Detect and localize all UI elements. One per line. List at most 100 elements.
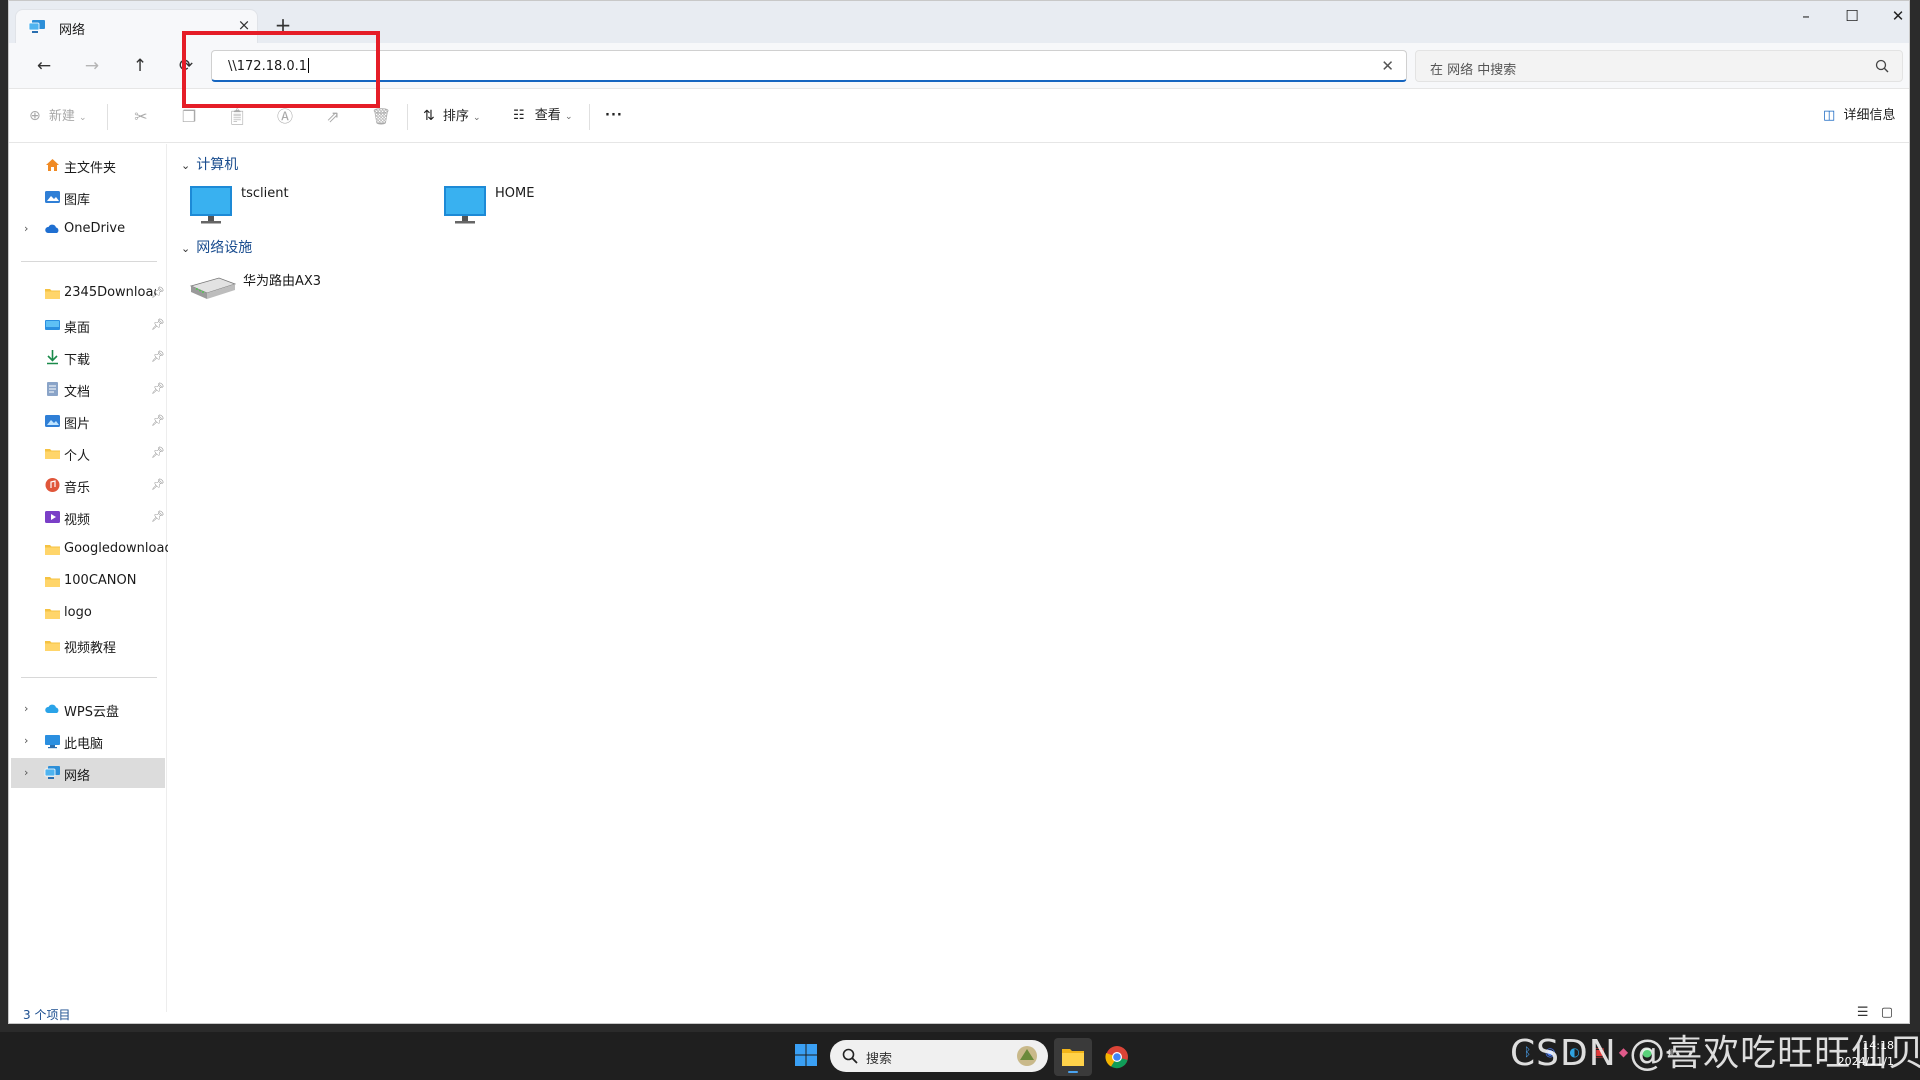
sort-button-label: 排序 bbox=[442, 109, 469, 124]
home-icon bbox=[46, 159, 59, 171]
sidebar-item-downloads[interactable]: 下载 📌︎ bbox=[11, 342, 165, 372]
sidebar-item-label: 图片 bbox=[64, 417, 91, 432]
sidebar-item-label: WPS云盘 bbox=[64, 705, 119, 720]
folder-icon bbox=[45, 641, 60, 651]
group-header-computers[interactable]: ⌄ 计算机 bbox=[181, 154, 238, 174]
watermark-text: CSDN @喜欢吃旺旺仙贝 bbox=[1510, 1033, 1920, 1074]
sidebar-item-music[interactable]: 音乐 📌︎ bbox=[11, 470, 165, 500]
share-icon[interactable]: ⇗ bbox=[323, 107, 343, 127]
status-bar: 3 个项目 ☰ ▢ bbox=[9, 1001, 1909, 1023]
monitor-icon bbox=[444, 186, 486, 224]
divider bbox=[589, 104, 590, 130]
sidebar-item-label: 桌面 bbox=[64, 321, 91, 336]
sidebar-item-label: 2345Downloads bbox=[64, 285, 156, 300]
sidebar-item-label: logo bbox=[64, 605, 92, 620]
view-toggle: ☰ ▢ bbox=[1857, 1005, 1893, 1020]
new-button[interactable]: ⊕ 新建 ⌄ bbox=[29, 104, 87, 128]
details-pane-icon: ◫ bbox=[1823, 108, 1836, 123]
copy-icon[interactable]: ❐ bbox=[179, 107, 199, 127]
group-header-network-devices[interactable]: ⌄ 网络设施 bbox=[181, 237, 252, 257]
sidebar-item-googledownload[interactable]: Googledownload bbox=[11, 534, 168, 564]
folder-icon bbox=[45, 289, 60, 299]
sidebar-item-desktop[interactable]: 桌面 📌︎ bbox=[11, 310, 165, 340]
computer-item-tsclient[interactable]: tsclient bbox=[189, 184, 429, 232]
sidebar-item-100canon[interactable]: 100CANON bbox=[11, 566, 165, 596]
pin-icon: 📌︎ bbox=[151, 478, 165, 491]
sidebar-item-gallery[interactable]: 图库 bbox=[11, 182, 165, 212]
pin-icon: 📌︎ bbox=[151, 446, 165, 459]
taskbar-chrome[interactable] bbox=[1098, 1038, 1136, 1076]
cloud-icon bbox=[45, 224, 59, 233]
windows-start-icon[interactable] bbox=[794, 1043, 818, 1067]
tab-title: 网络 bbox=[59, 23, 86, 38]
pin-icon: 📌︎ bbox=[151, 382, 165, 395]
sidebar-item-label: OneDrive bbox=[64, 221, 126, 236]
more-options-button[interactable]: ··· bbox=[605, 104, 623, 128]
chevron-right-icon[interactable]: › bbox=[24, 702, 28, 715]
divider bbox=[407, 104, 408, 130]
sidebar-item-documents[interactable]: 文档 📌︎ bbox=[11, 374, 165, 404]
details-button[interactable]: ◫ 详细信息 bbox=[1823, 104, 1895, 128]
sidebar-item-videos[interactable]: 视频 📌︎ bbox=[11, 502, 165, 532]
network-icon bbox=[44, 766, 60, 779]
sidebar-item-label: 此电脑 bbox=[64, 737, 104, 752]
clear-address-icon[interactable]: ✕ bbox=[1381, 57, 1394, 75]
item-label: 华为路由AX3 bbox=[243, 274, 322, 289]
rename-icon[interactable]: Ⓐ bbox=[275, 107, 295, 127]
network-icon bbox=[28, 20, 45, 33]
chevron-right-icon[interactable]: › bbox=[24, 734, 28, 747]
sidebar-item-label: 视频 bbox=[64, 513, 91, 528]
taskbar-search[interactable]: 搜索 bbox=[830, 1040, 1048, 1072]
details-view-icon[interactable]: ☰ bbox=[1857, 1005, 1869, 1020]
close-button[interactable]: ✕ bbox=[1875, 1, 1920, 33]
divider bbox=[107, 104, 108, 130]
chevron-down-icon: ⌄ bbox=[79, 113, 87, 123]
search-icon[interactable] bbox=[1874, 58, 1890, 74]
sidebar-item-onedrive[interactable]: › OneDrive bbox=[11, 214, 165, 244]
monitor-icon bbox=[190, 186, 232, 224]
search-box[interactable]: 在 网络 中搜索 bbox=[1415, 50, 1903, 82]
minimize-button[interactable]: – bbox=[1783, 1, 1829, 33]
chevron-down-icon: ⌄ bbox=[181, 242, 191, 255]
maximize-button[interactable]: ☐ bbox=[1829, 1, 1875, 33]
sidebar-item-network[interactable]: › 网络 bbox=[11, 758, 165, 788]
wps-cloud-icon bbox=[45, 704, 59, 713]
sort-icon: ⇅ bbox=[423, 108, 435, 124]
address-bar[interactable]: \\172.18.0.1 ✕ bbox=[211, 50, 1407, 82]
search-highlight-icon bbox=[1017, 1046, 1037, 1066]
folder-icon bbox=[45, 577, 60, 587]
network-device-huawei-router[interactable]: 华为路由AX3 bbox=[189, 268, 429, 316]
up-button[interactable]: ↑ bbox=[125, 51, 155, 81]
view-button[interactable]: ☷ 查看 ⌄ bbox=[513, 104, 573, 128]
sidebar-item-pictures[interactable]: 图片 📌︎ bbox=[11, 406, 165, 436]
chevron-right-icon[interactable]: › bbox=[24, 222, 28, 235]
computer-item-home[interactable]: HOME bbox=[443, 184, 683, 232]
sidebar-item-2345downloads[interactable]: 2345Downloads 📌︎ bbox=[11, 278, 165, 308]
back-button[interactable]: ← bbox=[29, 51, 59, 81]
tiles-view-icon[interactable]: ▢ bbox=[1881, 1005, 1893, 1020]
search-input[interactable]: 在 网络 中搜索 bbox=[1430, 59, 1516, 78]
chevron-right-icon[interactable]: › bbox=[24, 766, 28, 779]
sidebar-item-wps-cloud[interactable]: › WPS云盘 bbox=[11, 694, 165, 724]
cut-icon[interactable]: ✂ bbox=[131, 107, 151, 127]
sidebar-item-label: 100CANON bbox=[64, 573, 137, 588]
chevron-down-icon: ⌄ bbox=[473, 113, 481, 123]
sidebar-item-video-tutorials[interactable]: 视频教程 bbox=[11, 630, 165, 660]
folder-icon bbox=[45, 449, 60, 459]
forward-button[interactable]: → bbox=[77, 51, 107, 81]
desktop-icon bbox=[45, 320, 60, 330]
sort-button[interactable]: ⇅ 排序 ⌄ bbox=[423, 104, 481, 128]
delete-icon[interactable]: 🗑︎ bbox=[371, 107, 391, 127]
sidebar-item-label: 个人 bbox=[64, 449, 91, 464]
details-button-label: 详细信息 bbox=[1843, 108, 1896, 123]
router-icon bbox=[189, 277, 237, 299]
sidebar-item-home[interactable]: 主文件夹 bbox=[11, 150, 165, 180]
sidebar-item-logo[interactable]: logo bbox=[11, 598, 165, 628]
sidebar-item-personal[interactable]: 个人 📌︎ bbox=[11, 438, 165, 468]
taskbar-file-explorer[interactable] bbox=[1054, 1038, 1092, 1076]
paste-icon[interactable]: 📋︎ bbox=[227, 107, 247, 127]
picture-icon bbox=[45, 415, 60, 427]
folder-icon bbox=[45, 545, 60, 555]
item-label: tsclient bbox=[241, 186, 289, 201]
sidebar-item-this-pc[interactable]: › 此电脑 bbox=[11, 726, 165, 756]
